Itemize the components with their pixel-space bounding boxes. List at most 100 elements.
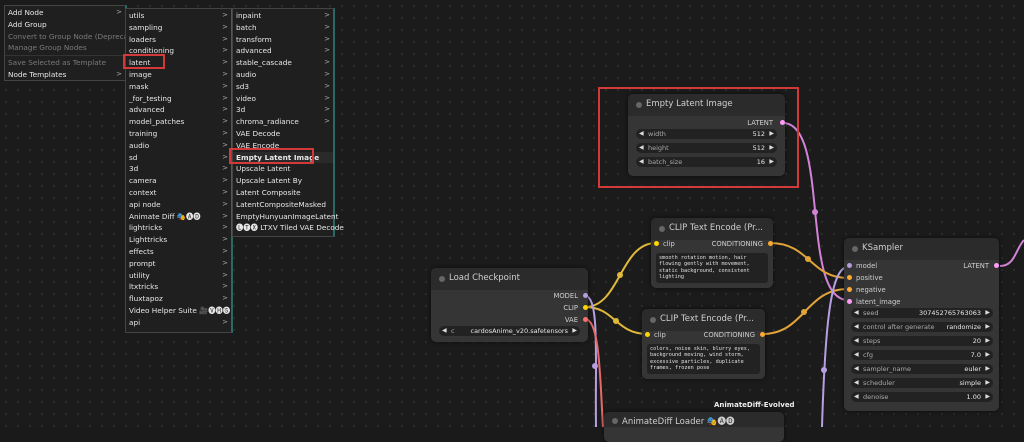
output-conditioning-pin[interactable] [760,332,765,337]
collapse-dot-icon[interactable] [439,276,445,282]
decrement-icon[interactable]: ◀ [854,378,859,388]
increment-icon[interactable]: ▶ [985,350,990,360]
input-clip-pin[interactable] [645,332,650,337]
height-widget[interactable]: ◀ height 512 ▶ [636,143,777,153]
category-menu-item[interactable]: 3d > [126,163,231,175]
latent-menu-item[interactable]: EmptyHunyuanImageLatent [233,211,339,223]
latent-menu-item[interactable]: Upscale Latent By [233,175,333,187]
latent-menu-item[interactable]: stable_cascade > [233,57,333,69]
latent-menu-item[interactable]: LatentCompositeMasked [233,199,333,211]
latent-menu-item[interactable]: batch > [233,22,333,34]
input-model-pin[interactable] [847,263,852,268]
category-menu-item[interactable]: utility > [126,270,231,282]
menu-item-manage-group-nodes[interactable]: Manage Group Nodes [5,42,125,54]
input-positive-pin[interactable] [847,275,852,280]
increment-icon[interactable]: ▶ [769,143,774,153]
category-menu-item[interactable]: training > [126,128,231,140]
increment-icon[interactable]: ▶ [572,326,577,336]
category-menu-item[interactable]: utils > [126,10,231,22]
steps-widget[interactable]: ◀ steps 20 ▶ [851,336,993,346]
clip-text-encode-positive-node[interactable]: CLIP Text Encode (Pr... clip CONDITIONIN… [651,218,773,288]
category-menu-item[interactable]: Animate Diff 🎭🅐🅓 > [126,211,231,223]
category-menu-item[interactable]: api > [126,317,231,329]
prompt-textarea[interactable]: colors, noise skin, blurry eyes, backgro… [647,344,760,374]
latent-menu-item[interactable]: sd3 > [233,81,333,93]
output-latent-pin[interactable] [780,120,785,125]
prompt-textarea[interactable]: smooth rotation motion, hair flowing gen… [656,253,768,283]
latent-menu-item[interactable]: Latent Composite [233,187,333,199]
collapse-dot-icon[interactable] [659,226,665,232]
input-latent-image-pin[interactable] [847,299,852,304]
menu-item-add-node[interactable]: Add Node > [5,7,125,19]
category-menu-item[interactable]: sampling > [126,22,231,34]
category-menu-item[interactable]: camera > [126,175,231,187]
latent-menu-item[interactable]: video > [233,93,333,105]
clip-text-encode-negative-node[interactable]: CLIP Text Encode (Pr... clip CONDITIONIN… [642,309,765,379]
decrement-icon[interactable]: ◀ [854,364,859,374]
output-vae-pin[interactable] [583,317,588,322]
animatediff-loader-node[interactable]: AnimateDiff Loader 🎭🅐🅓 [604,412,784,442]
increment-icon[interactable]: ▶ [985,392,990,402]
category-menu-item[interactable]: loaders > [126,34,231,46]
category-menu-item[interactable]: Video Helper Suite 🎥🅥🅗🅢 > [126,305,231,317]
decrement-icon[interactable]: ◀ [854,336,859,346]
cfg-widget[interactable]: ◀ cfg 7.0 ▶ [851,350,993,360]
menu-item-add-group[interactable]: Add Group [5,19,125,31]
input-clip-pin[interactable] [654,241,659,246]
decrement-icon[interactable]: ◀ [442,326,447,336]
category-menu-item[interactable]: api node > [126,199,231,211]
category-menu-item[interactable]: advanced > [126,104,231,116]
collapse-dot-icon[interactable] [852,246,858,252]
ckpt-name-widget[interactable]: ◀ c cardosAnime_v20.safetensors ▶ [439,326,580,336]
increment-icon[interactable]: ▶ [769,157,774,167]
increment-icon[interactable]: ▶ [985,378,990,388]
decrement-icon[interactable]: ◀ [854,392,859,402]
increment-icon[interactable]: ▶ [985,336,990,346]
menu-item-node-templates[interactable]: Node Templates > [5,69,125,81]
increment-icon[interactable]: ▶ [985,308,990,318]
width-widget[interactable]: ◀ width 512 ▶ [636,129,777,139]
animatediff-group-label[interactable]: AnimateDiff-Evolved [714,401,795,409]
decrement-icon[interactable]: ◀ [639,129,644,139]
increment-icon[interactable]: ▶ [769,129,774,139]
load-checkpoint-node[interactable]: Load Checkpoint MODEL CLIP VAE ◀ c cardosA… [431,268,588,342]
category-menu-item[interactable]: ltxtricks > [126,281,231,293]
category-menu-item[interactable]: image > [126,69,231,81]
decrement-icon[interactable]: ◀ [854,308,859,318]
category-menu-item[interactable]: _for_testing > [126,93,231,105]
latent-menu-item[interactable]: 3d > [233,104,333,116]
latent-menu-item[interactable]: transform > [233,34,333,46]
increment-icon[interactable]: ▶ [985,322,990,332]
menu-item-save-template[interactable]: Save Selected as Template [5,57,125,69]
category-menu-item[interactable]: fluxtapoz > [126,293,231,305]
decrement-icon[interactable]: ◀ [854,322,859,332]
increment-icon[interactable]: ▶ [985,364,990,374]
latent-menu-item[interactable]: Upscale Latent [233,163,333,175]
latent-menu-item[interactable]: advanced > [233,45,333,57]
category-menu-item[interactable]: prompt > [126,258,231,270]
decrement-icon[interactable]: ◀ [639,157,644,167]
category-menu-item[interactable]: mask > [126,81,231,93]
ksampler-node[interactable]: KSampler LATENT model positive negative … [844,238,999,411]
control-after-generate-widget[interactable]: ◀ control after generate randomize ▶ [851,322,993,332]
category-menu-item[interactable]: lightricks > [126,222,231,234]
menu-item-convert-group-node[interactable]: Convert to Group Node (Deprecated) [5,31,143,43]
decrement-icon[interactable]: ◀ [854,350,859,360]
output-clip-pin[interactable] [583,305,588,310]
latent-menu-item[interactable]: inpaint > [233,10,333,22]
empty-latent-image-node[interactable]: Empty Latent Image LATENT ◀ width 512 ▶ ◀ he… [628,94,785,176]
category-menu-item[interactable]: model_patches > [126,116,231,128]
batch-size-widget[interactable]: ◀ batch_size 16 ▶ [636,157,777,167]
category-menu-item[interactable]: audio > [126,140,231,152]
output-conditioning-pin[interactable] [768,241,773,246]
latent-menu-item[interactable]: chroma_radiance > [233,116,333,128]
output-model-pin[interactable] [583,293,588,298]
seed-widget[interactable]: ◀ seed 307452765763063 ▶ [851,308,993,318]
decrement-icon[interactable]: ◀ [639,143,644,153]
output-latent-pin[interactable] [994,263,999,268]
denoise-widget[interactable]: ◀ denoise 1.00 ▶ [851,392,993,402]
sampler-name-widget[interactable]: ◀ sampler_name euler ▶ [851,364,993,374]
collapse-dot-icon[interactable] [612,418,618,424]
latent-menu-item[interactable]: VAE Decode [233,128,333,140]
scheduler-widget[interactable]: ◀ scheduler simple ▶ [851,378,993,388]
